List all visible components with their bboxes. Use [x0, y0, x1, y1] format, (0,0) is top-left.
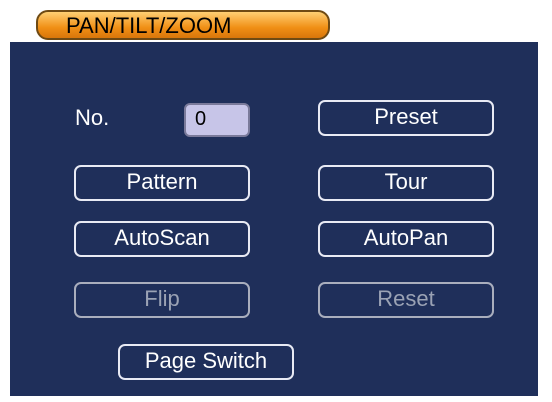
title-tab: PAN/TILT/ZOOM [36, 10, 330, 40]
dialog-title: PAN/TILT/ZOOM [66, 13, 232, 38]
autoscan-button[interactable]: AutoScan [74, 221, 250, 257]
autopan-button[interactable]: AutoPan [318, 221, 494, 257]
no-label: No. [75, 105, 110, 130]
page-switch-button[interactable]: Page Switch [118, 344, 294, 380]
tour-button[interactable]: Tour [318, 165, 494, 201]
number-input[interactable]: 0 [184, 103, 250, 137]
pattern-button[interactable]: Pattern [74, 165, 250, 201]
reset-button: Reset [318, 282, 494, 318]
dialog-body [10, 42, 538, 396]
ptz-dialog: PAN/TILT/ZOOM [10, 8, 538, 396]
preset-button[interactable]: Preset [318, 100, 494, 136]
title-bar: PAN/TILT/ZOOM [10, 8, 538, 42]
flip-button: Flip [74, 282, 250, 318]
